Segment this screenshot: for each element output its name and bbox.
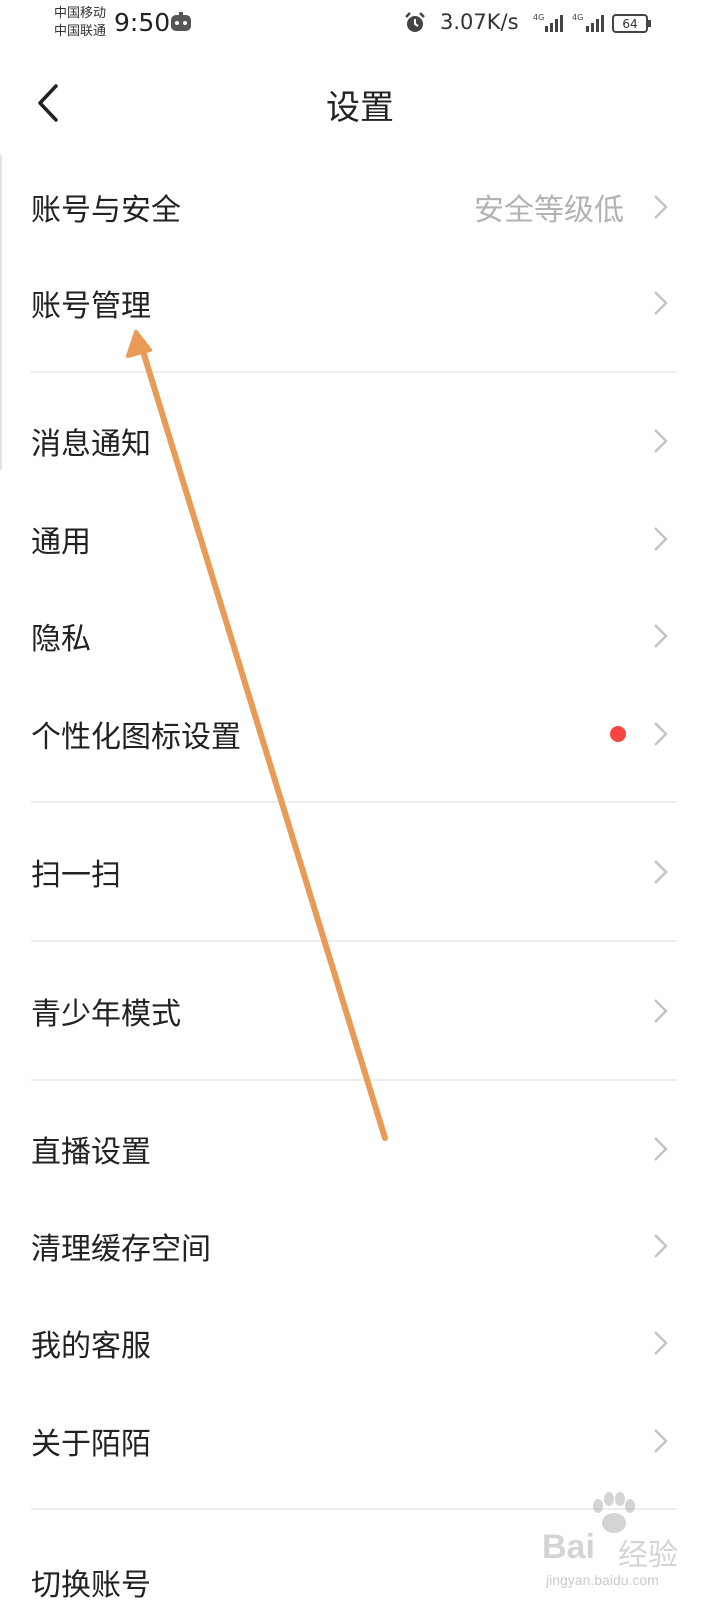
watermark-url: jingyan.baidu.com	[546, 1572, 659, 1588]
signal-2-label: 4G	[572, 13, 583, 22]
status-bar: 中国移动 中国联通 9:50 3.07K/s 4G 4G 64	[0, 0, 720, 50]
battery-icon: 64	[612, 14, 651, 33]
chevron-right-icon	[654, 1331, 668, 1355]
settings-item-customer-service[interactable]: 我的客服	[0, 1298, 720, 1388]
page-title: 设置	[326, 88, 394, 128]
chevron-right-icon	[654, 429, 668, 453]
settings-item-label: 清理缓存空间	[31, 1232, 211, 1267]
network-speed: 3.07K/s	[440, 10, 519, 34]
chevron-right-icon	[654, 624, 668, 648]
security-level-value: 安全等级低	[474, 193, 624, 228]
settings-item-switch-account[interactable]: 切换账号	[31, 1560, 151, 1604]
settings-item-clear-cache[interactable]: 清理缓存空间	[0, 1201, 720, 1291]
settings-item-label: 通用	[31, 525, 91, 560]
signal-icon: 4G	[533, 13, 563, 32]
navigation-bar: 设置	[0, 60, 720, 150]
chevron-right-icon	[654, 860, 668, 884]
settings-item-account-management[interactable]: 账号管理	[0, 258, 720, 348]
settings-item-label: 隐私	[31, 622, 91, 657]
red-dot-badge	[610, 726, 626, 742]
settings-item-privacy[interactable]: 隐私	[0, 591, 720, 681]
battery-level: 64	[622, 17, 637, 31]
settings-item-label: 直播设置	[31, 1135, 151, 1170]
settings-item-label: 消息通知	[31, 427, 151, 462]
settings-item-account-security[interactable]: 账号与安全 安全等级低	[0, 162, 720, 252]
chevron-right-icon	[654, 1137, 668, 1161]
settings-item-label: 扫一扫	[31, 858, 121, 893]
paw-logo-icon	[593, 1492, 635, 1533]
settings-item-label: 账号管理	[31, 289, 151, 324]
signal-1-label: 4G	[533, 13, 544, 22]
clock: 9:50	[114, 8, 171, 37]
chevron-right-icon	[654, 722, 668, 746]
alarm-icon	[405, 12, 425, 32]
watermark-brand-cn: 经验	[618, 1538, 678, 1573]
divider	[31, 371, 677, 373]
chevron-right-icon	[654, 1429, 668, 1453]
settings-item-about[interactable]: 关于陌陌	[0, 1396, 720, 1486]
app-notification-icon	[171, 12, 191, 31]
chevron-right-icon	[654, 195, 668, 219]
settings-item-label: 账号与安全	[31, 193, 181, 228]
signal-icon-2: 4G	[572, 13, 604, 32]
chevron-right-icon	[654, 527, 668, 551]
divider	[31, 940, 677, 942]
divider	[31, 1079, 677, 1081]
carrier-info: 中国移动 中国联通	[54, 5, 106, 41]
chevron-right-icon	[654, 1234, 668, 1258]
chevron-right-icon	[654, 291, 668, 315]
settings-item-teen-mode[interactable]: 青少年模式	[0, 966, 720, 1056]
settings-item-notifications[interactable]: 消息通知	[0, 396, 720, 486]
settings-item-general[interactable]: 通用	[0, 494, 720, 584]
settings-item-icon-personalization[interactable]: 个性化图标设置	[0, 689, 720, 779]
settings-item-label: 关于陌陌	[31, 1427, 151, 1462]
carrier-2: 中国联通	[54, 24, 107, 39]
settings-item-scan[interactable]: 扫一扫	[0, 827, 720, 917]
divider	[31, 801, 677, 803]
settings-item-label: 我的客服	[31, 1329, 151, 1364]
settings-item-label: 个性化图标设置	[31, 720, 241, 755]
baidu-watermark: Bai 经验 jingyan.baidu.com	[540, 1490, 710, 1590]
settings-item-label: 青少年模式	[31, 997, 181, 1032]
chevron-right-icon	[654, 999, 668, 1023]
settings-item-live-settings[interactable]: 直播设置	[0, 1104, 720, 1194]
carrier-1: 中国移动	[54, 6, 107, 21]
watermark-brand: Bai	[542, 1528, 595, 1566]
